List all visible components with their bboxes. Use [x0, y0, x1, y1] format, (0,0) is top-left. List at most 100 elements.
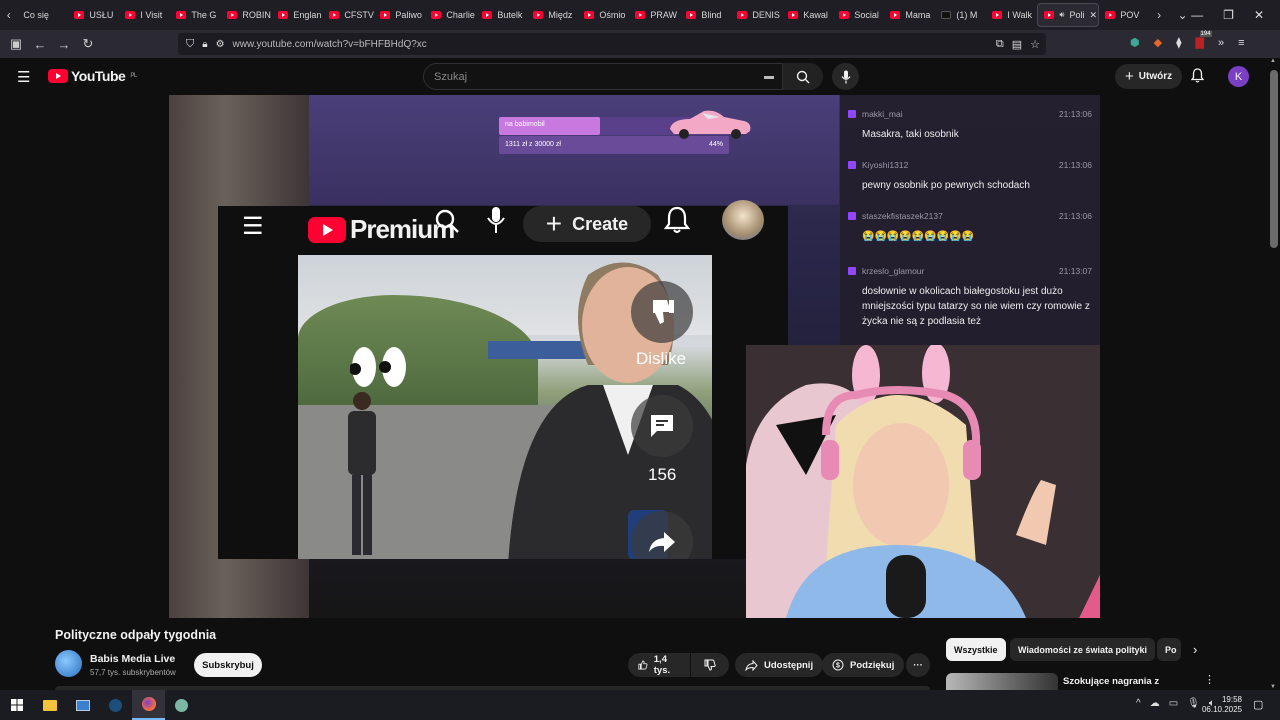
guide-menu-icon[interactable]: ☰: [17, 68, 30, 86]
tab-audio-icon[interactable]: 🔊︎: [1059, 10, 1064, 20]
recommended-video[interactable]: Szokujące nagrania z więzienia. Rodziny …: [946, 673, 1266, 690]
browser-tab[interactable]: Social: [833, 0, 884, 30]
browser-tab[interactable]: Ośmio: [578, 0, 629, 30]
browser-tab[interactable]: (1) M: [935, 0, 986, 30]
account-avatar[interactable]: K: [1228, 66, 1249, 87]
monitor-app-icon[interactable]: [66, 690, 99, 720]
browser-tab[interactable]: Butelk: [476, 0, 527, 30]
browser-tab[interactable]: Międz: [527, 0, 578, 30]
browser-tab[interactable]: The G: [170, 0, 221, 30]
microphone-tray-icon[interactable]: 🎙︎: [1187, 698, 1200, 709]
tab-list-dropdown-icon[interactable]: ⌄: [1174, 8, 1191, 22]
browser-tab[interactable]: Blind: [680, 0, 731, 30]
more-actions-button[interactable]: ···: [906, 653, 930, 677]
chat-message: makki_mai 21:13:06 Masakra, taki osobnik: [848, 109, 1092, 142]
recommended-thumbnail[interactable]: [946, 673, 1058, 690]
recommended-title[interactable]: Szokujące nagrania z więzienia. Rodziny …: [1063, 675, 1203, 690]
browser-tab[interactable]: USŁU: [68, 0, 119, 30]
search-input[interactable]: Szukaj ▬: [423, 63, 783, 90]
minimize-icon[interactable]: —: [1191, 8, 1203, 22]
browser-tab[interactable]: Kawal: [782, 0, 833, 30]
recommended-menu-icon[interactable]: ⋮: [1204, 673, 1215, 686]
tray-overflow-icon[interactable]: ^: [1136, 698, 1141, 709]
keyboard-icon[interactable]: ▬: [764, 71, 774, 82]
browser-tab[interactable]: CFSTV: [323, 0, 374, 30]
cloud-icon[interactable]: ☁: [1150, 698, 1160, 709]
notifications-icon[interactable]: ▢: [1253, 698, 1263, 711]
steam-icon[interactable]: [99, 690, 132, 720]
chat-meta: krzeslo_glamour 21:13:07: [848, 266, 1092, 276]
youtube-favicon-icon: [992, 11, 1003, 19]
twitch-badge-icon: [848, 110, 856, 118]
reload-icon[interactable]: ↻: [76, 36, 100, 52]
reader-view-icon[interactable]: ▤: [1012, 38, 1022, 51]
system-clock[interactable]: 19:58 06.10.2025: [1202, 695, 1242, 715]
extensions-icon[interactable]: ⧫: [1176, 36, 1181, 49]
lock-icon[interactable]: 🔒︎: [202, 39, 207, 50]
youtube-favicon-icon: [533, 11, 544, 19]
browser-tab[interactable]: Co się: [17, 0, 68, 30]
permissions-icon[interactable]: ⚙: [216, 39, 225, 50]
picture-in-picture-icon[interactable]: ⧉: [996, 38, 1004, 51]
back-icon[interactable]: ←: [28, 37, 52, 52]
file-explorer-icon[interactable]: [33, 690, 66, 720]
search-button[interactable]: [783, 63, 823, 90]
browser-tab[interactable]: Paliwo: [374, 0, 425, 30]
extension-fox-icon[interactable]: ◆: [1154, 36, 1162, 49]
thanks-button[interactable]: $ Podziękuj: [822, 653, 905, 677]
tab-label: I Visit: [140, 10, 163, 20]
firefox-icon[interactable]: [132, 690, 165, 720]
app-menu-icon[interactable]: ≡: [1238, 37, 1244, 49]
sidebar-toggle-icon[interactable]: ▣: [4, 36, 28, 52]
chips-next-chevron-icon[interactable]: ›: [1193, 642, 1197, 657]
share-button[interactable]: Udostępnij: [735, 653, 824, 677]
browser-tab[interactable]: DENIS: [731, 0, 782, 30]
tab-scroll-right-icon[interactable]: ›: [1150, 8, 1167, 22]
chip-all[interactable]: Wszystkie: [946, 638, 1006, 661]
youtube-favicon-icon: [482, 11, 493, 19]
browser-tab[interactable]: I Walk: [986, 0, 1037, 30]
network-icon[interactable]: ▭: [1169, 698, 1178, 709]
channel-avatar[interactable]: [55, 650, 82, 677]
youtube-favicon-icon: [1105, 11, 1116, 19]
extension-ublock-icon[interactable]: ▇ 194: [1196, 31, 1212, 49]
vpn-app-icon[interactable]: [165, 690, 198, 720]
tab-scroll-left-icon[interactable]: ‹: [0, 8, 17, 22]
tab-list: Co się USŁU I Visit The G ROBIN Englan CFSTV Pa…: [17, 0, 1150, 30]
youtube-logo[interactable]: YouTube PL: [48, 68, 137, 84]
restore-icon[interactable]: ❐: [1223, 8, 1234, 22]
tab-close-icon[interactable]: ✕: [1089, 10, 1097, 21]
address-bar[interactable]: ⛉ 🔒︎ ⚙ www.youtube.com/watch?v=bFHFBHdQ?…: [178, 33, 1046, 55]
browser-tab[interactable]: Mama: [884, 0, 935, 30]
browser-tab[interactable]: Englan: [272, 0, 323, 30]
youtube-favicon-icon: [74, 11, 85, 19]
thumbs-up-icon: [638, 660, 648, 670]
video-player[interactable]: na babimobil 1311 zł z 30000 zł 44% ☰ Pr…: [169, 95, 1100, 618]
create-button[interactable]: + Utwórz: [1115, 64, 1183, 89]
browser-tab[interactable]: 🔊︎ Poli ✕: [1037, 3, 1100, 27]
browser-tab[interactable]: POV: [1099, 0, 1150, 30]
notifications-bell-icon[interactable]: [1190, 68, 1205, 88]
browser-tab[interactable]: I Visit: [119, 0, 170, 30]
dislike-button[interactable]: [691, 653, 729, 677]
chip-partial[interactable]: Po: [1157, 638, 1181, 661]
window-close-icon[interactable]: ✕: [1254, 8, 1264, 22]
scroll-up-arrow-icon[interactable]: ▲: [1270, 58, 1276, 64]
start-windows-icon[interactable]: [0, 690, 33, 720]
browser-tab[interactable]: PRAW: [629, 0, 680, 30]
tracking-protection-icon[interactable]: ⛉: [186, 38, 194, 51]
url-text[interactable]: www.youtube.com/watch?v=bFHFBHdQ?xc: [233, 39, 427, 50]
page-scrollbar[interactable]: ▲ ▼: [1268, 58, 1280, 690]
scrollbar-thumb[interactable]: [1270, 70, 1278, 248]
browser-tab[interactable]: ROBIN: [221, 0, 272, 30]
subscribe-button[interactable]: Subskrybuj: [194, 653, 262, 677]
channel-name[interactable]: Babis Media Live: [90, 653, 175, 665]
extension-shield-icon[interactable]: ⬢: [1130, 36, 1140, 49]
like-button[interactable]: 1,4 tys.: [628, 653, 690, 677]
bookmark-star-icon[interactable]: ☆: [1030, 38, 1040, 51]
overflow-chevrons-icon[interactable]: »: [1218, 37, 1224, 49]
chip-politics-news[interactable]: Wiadomości ze świata polityki: [1010, 638, 1155, 661]
forward-icon[interactable]: →: [52, 37, 76, 52]
voice-search-button[interactable]: [832, 63, 859, 90]
browser-tab[interactable]: Charlie: [425, 0, 476, 30]
